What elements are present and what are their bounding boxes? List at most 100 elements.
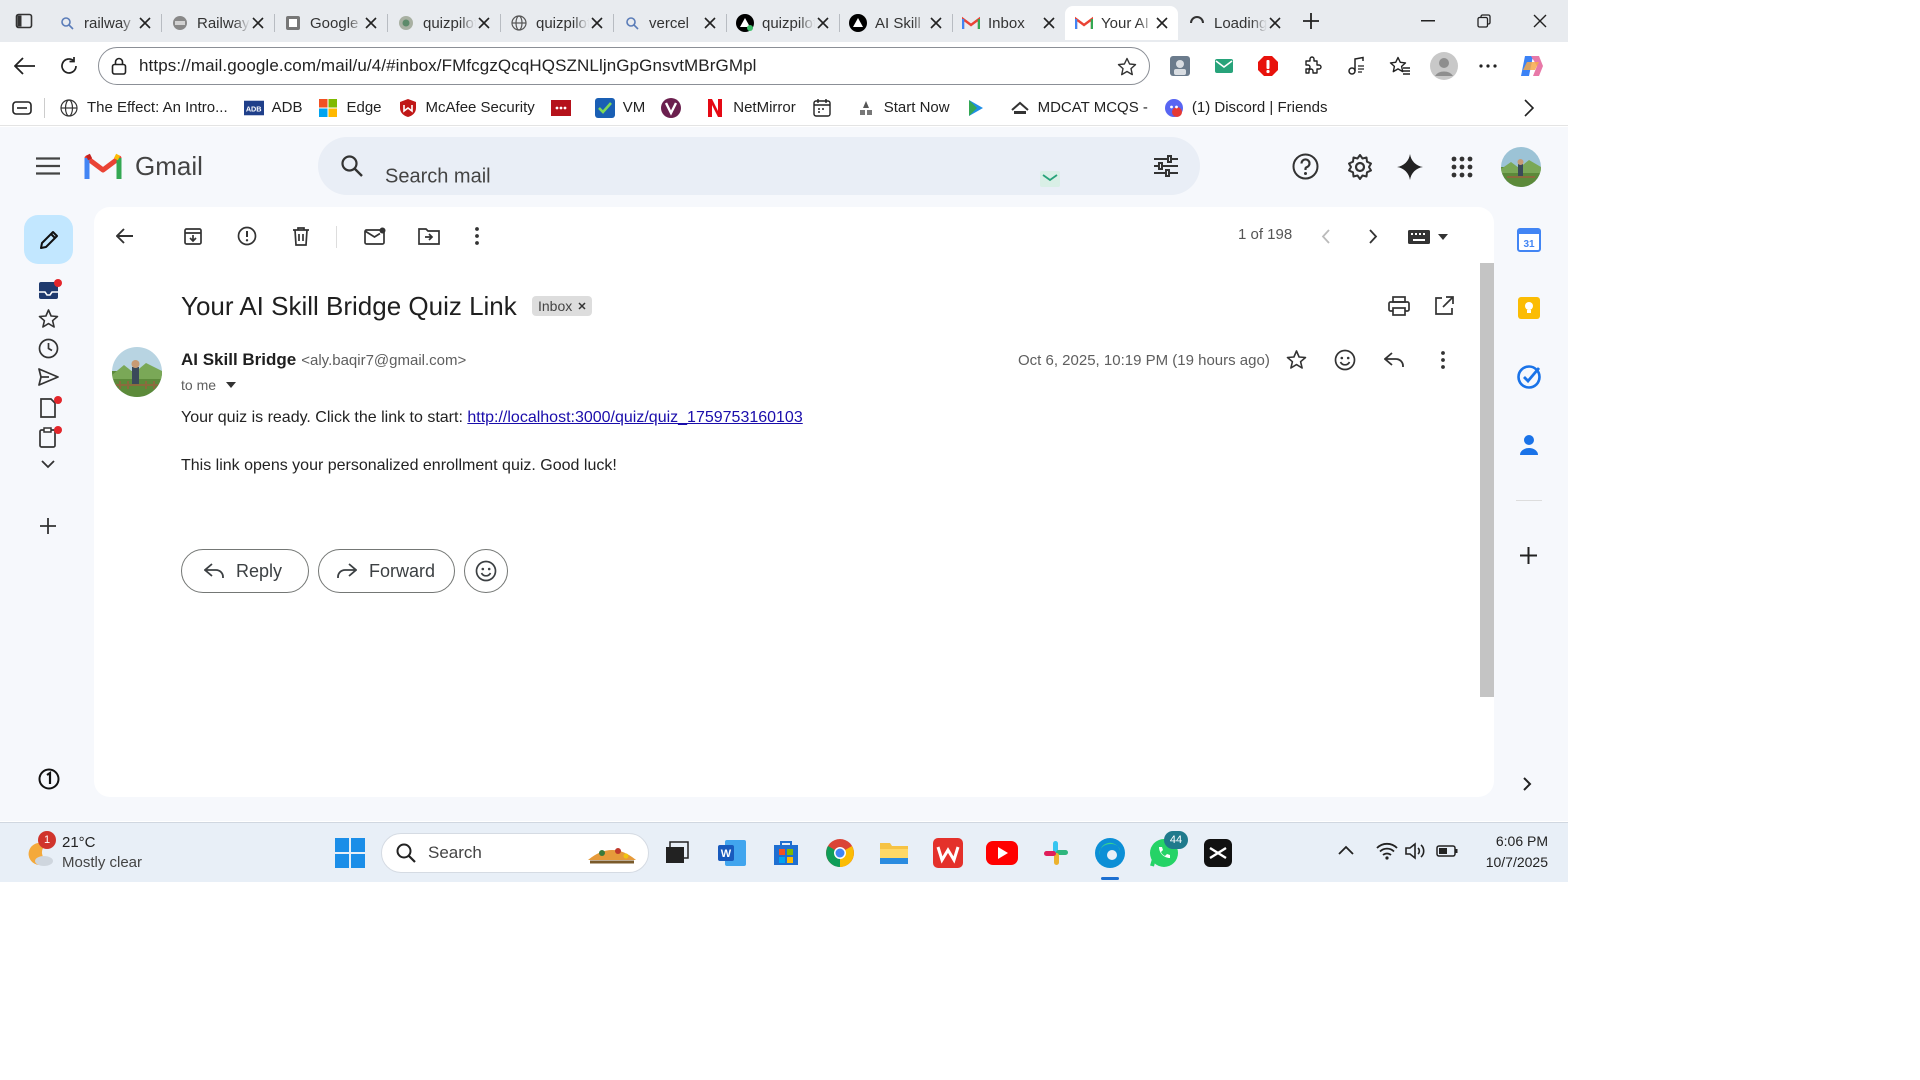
- extensions-puzzle-icon[interactable]: [1290, 46, 1334, 86]
- slack-app-icon[interactable]: [1038, 835, 1074, 871]
- close-tab-icon[interactable]: [363, 15, 379, 31]
- bookmark-item[interactable]: [550, 98, 579, 118]
- older-chevron-right-icon[interactable]: [1358, 221, 1388, 251]
- task-view-icon[interactable]: [659, 835, 695, 871]
- battery-icon[interactable]: [1436, 845, 1458, 857]
- close-tab-icon[interactable]: [476, 15, 492, 31]
- apps-grid-icon[interactable]: [1451, 156, 1473, 178]
- starred-icon[interactable]: [38, 309, 59, 329]
- bookmark-item[interactable]: (1) Discord | Friends: [1164, 98, 1327, 118]
- start-windows-icon[interactable]: [332, 835, 368, 871]
- gmail-logo-icon[interactable]: [84, 152, 122, 180]
- compose-button[interactable]: [24, 215, 73, 264]
- close-tab-icon[interactable]: [589, 15, 605, 31]
- bookmark-item[interactable]: NetMirror: [705, 98, 796, 118]
- extension-profile-icon[interactable]: [1158, 46, 1202, 86]
- bookmark-item[interactable]: Start Now: [856, 98, 950, 118]
- edge-browser-icon[interactable]: [1092, 835, 1128, 871]
- tempmail-icon[interactable]: [1040, 171, 1060, 187]
- tasks-app-icon[interactable]: [1517, 365, 1541, 389]
- newer-chevron-left-icon[interactable]: [1310, 221, 1340, 251]
- tab-actions-icon[interactable]: [0, 0, 48, 42]
- volume-icon[interactable]: [1405, 842, 1427, 860]
- snoozed-clock-icon[interactable]: [38, 338, 59, 359]
- word-app-icon[interactable]: W: [714, 835, 750, 871]
- media-control-icon[interactable]: [1334, 46, 1378, 86]
- input-tools-keyboard-icon[interactable]: [1408, 230, 1448, 244]
- bookmarks-menu-icon[interactable]: [0, 100, 44, 115]
- more-options-icon[interactable]: [462, 221, 492, 251]
- move-to-folder-icon[interactable]: [414, 221, 444, 251]
- chrome-app-icon[interactable]: [822, 835, 858, 871]
- reply-button[interactable]: Reply: [181, 549, 309, 593]
- report-spam-icon[interactable]: [232, 221, 262, 251]
- close-tab-icon[interactable]: [1267, 15, 1283, 31]
- bookmark-item[interactable]: [966, 98, 994, 118]
- browser-tab[interactable]: Google: [274, 6, 387, 40]
- inbox-icon[interactable]: [38, 279, 62, 301]
- bookmark-item[interactable]: MDCAT MCQS -: [1010, 98, 1148, 118]
- bookmark-item[interactable]: [661, 97, 689, 118]
- browser-tab[interactable]: AI Skill: [839, 6, 952, 40]
- calendar-app-icon[interactable]: 31: [1517, 228, 1541, 252]
- profile-avatar[interactable]: [1422, 46, 1466, 86]
- bookmark-item[interactable]: ADB ADB: [243, 98, 302, 118]
- show-hidden-icons-chevron-up-icon[interactable]: [1338, 845, 1354, 855]
- wifi-icon[interactable]: [1376, 842, 1398, 860]
- bookmark-item[interactable]: McAfee Security: [398, 98, 535, 118]
- capcut-app-icon[interactable]: [1200, 835, 1236, 871]
- star-message-icon[interactable]: [1286, 350, 1307, 370]
- search-filter-icon[interactable]: [1154, 155, 1178, 177]
- wps-office-icon[interactable]: [930, 835, 966, 871]
- storage-info-icon[interactable]: [38, 768, 60, 790]
- browser-tab[interactable]: vercel: [613, 6, 726, 40]
- sender-name[interactable]: AI Skill Bridge: [181, 350, 296, 370]
- minimize-button[interactable]: [1400, 0, 1456, 42]
- back-to-inbox-icon[interactable]: [110, 221, 140, 251]
- weather-desc[interactable]: Mostly clear: [62, 854, 142, 871]
- browser-tab[interactable]: Railway: [161, 6, 274, 40]
- browser-tab[interactable]: Loading: [1178, 6, 1291, 40]
- taskbar-search-box[interactable]: Search: [381, 833, 649, 873]
- browser-tab[interactable]: quizpilot: [500, 6, 613, 40]
- close-window-button[interactable]: [1512, 0, 1568, 42]
- youtube-app-icon[interactable]: [984, 835, 1020, 871]
- scrollbar[interactable]: [1480, 263, 1494, 697]
- browser-tab[interactable]: quizpilot: [387, 6, 500, 40]
- bookmark-item[interactable]: The Effect: An Intro...: [59, 98, 228, 118]
- back-button[interactable]: [3, 46, 47, 86]
- chevron-right-icon[interactable]: [1524, 99, 1534, 117]
- get-addons-plus-icon[interactable]: [1519, 546, 1538, 565]
- address-bar[interactable]: https://mail.google.com/mail/u/4/#inbox/…: [98, 47, 1150, 85]
- microsoft-store-icon[interactable]: [768, 835, 804, 871]
- reply-arrow-icon[interactable]: [1384, 352, 1404, 368]
- account-avatar[interactable]: [1501, 147, 1541, 187]
- drafts-icon[interactable]: [38, 396, 62, 418]
- keep-app-icon[interactable]: [1517, 296, 1541, 320]
- browser-tab[interactable]: Inbox: [952, 6, 1065, 40]
- close-tab-icon[interactable]: [1154, 15, 1170, 31]
- quiz-link[interactable]: http://localhost:3000/quiz/quiz_17597531…: [467, 409, 802, 426]
- restore-button[interactable]: [1456, 0, 1512, 42]
- search-input[interactable]: Search mail: [385, 166, 491, 189]
- bookmark-item[interactable]: Edge: [318, 98, 382, 118]
- browser-tab[interactable]: quizpilot: [726, 6, 839, 40]
- show-side-panel-chevron-icon[interactable]: [1523, 777, 1532, 791]
- search-icon[interactable]: [340, 154, 364, 178]
- close-tab-icon[interactable]: [137, 15, 153, 31]
- remove-label-icon[interactable]: [578, 302, 586, 310]
- favorite-star-icon[interactable]: [1117, 57, 1137, 77]
- refresh-button[interactable]: [47, 46, 91, 86]
- react-emoji-button[interactable]: [464, 549, 508, 593]
- search-box[interactable]: Search mail: [318, 137, 1200, 195]
- recipient-details[interactable]: to me: [181, 377, 237, 393]
- favorites-icon[interactable]: [1378, 46, 1422, 86]
- new-label-plus-icon[interactable]: [39, 517, 57, 535]
- bookmark-item[interactable]: VM: [594, 97, 645, 118]
- clock-time[interactable]: 6:06 PM: [1468, 833, 1548, 849]
- mark-unread-icon[interactable]: [360, 221, 390, 251]
- bookmark-item[interactable]: [812, 98, 840, 118]
- add-reaction-emoji-icon[interactable]: [1334, 349, 1356, 371]
- main-menu-icon[interactable]: [36, 157, 60, 175]
- lock-icon[interactable]: [111, 57, 127, 75]
